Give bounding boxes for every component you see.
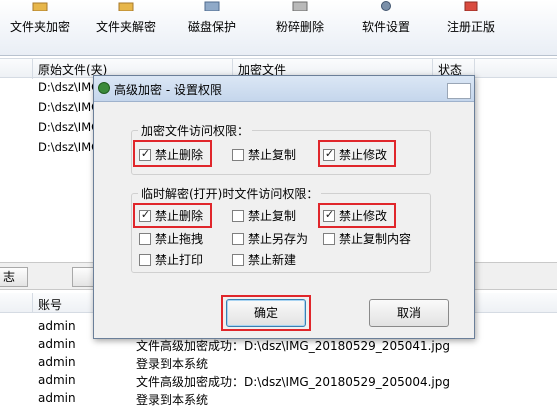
folder-decrypt-button[interactable]: 文件夹解密 — [86, 0, 166, 56]
temp-decrypt-access-legend: 临时解密(打开)时文件访问权限： — [138, 185, 322, 202]
app-icon — [98, 82, 110, 94]
main-toolbar: 文件夹加密 文件夹解密 磁盘保护 粉碎删除 软件设置 注册正版 — [0, 0, 557, 56]
table-row[interactable]: D:\dsz\IMG — [38, 80, 100, 94]
folder-encrypt-label: 文件夹加密 — [9, 20, 70, 34]
column-divider — [32, 59, 33, 79]
folder-unlock-icon — [118, 2, 134, 11]
table-row[interactable]: D:\dsz\IMG — [38, 140, 100, 154]
register-label: 注册正版 — [446, 20, 495, 34]
checkbox-label: 禁止复制 — [248, 148, 297, 162]
checkbox-box — [323, 233, 335, 245]
tab-log[interactable]: 志 — [0, 267, 28, 287]
folder-decrypt-label: 文件夹解密 — [95, 20, 156, 34]
dialog-title-bar[interactable]: 高级加密 - 设置权限 — [94, 76, 474, 102]
g2-deny-copy-content-checkbox[interactable]: 禁止复制内容 — [323, 231, 418, 247]
encrypted-access-legend: 加密文件访问权限： — [138, 122, 253, 139]
highlight-box — [133, 203, 212, 228]
checkbox-label: 禁止打印 — [155, 253, 204, 267]
checkbox-box — [139, 254, 151, 266]
column-header-account[interactable]: 账号 — [38, 296, 62, 313]
column-divider — [32, 293, 33, 313]
checkbox-box — [232, 233, 244, 245]
table-row[interactable]: D:\dsz\IMG — [38, 100, 100, 114]
log-row-user[interactable]: admin — [38, 373, 76, 387]
checkbox-label: 禁止另存为 — [248, 232, 309, 246]
register-icon — [464, 1, 478, 11]
log-row-message[interactable]: 登录到本系统 — [136, 355, 208, 372]
g1-deny-copy-checkbox[interactable]: 禁止复制 — [232, 147, 302, 163]
cancel-button-label: 取消 — [396, 306, 421, 320]
gear-icon — [381, 1, 391, 11]
checkbox-box — [232, 210, 244, 222]
shred-delete-label: 粉碎删除 — [275, 20, 324, 34]
folder-lock-icon — [32, 2, 48, 11]
log-row-user[interactable]: admin — [38, 355, 76, 369]
highlight-box — [318, 140, 396, 167]
log-row-user[interactable]: admin — [38, 319, 76, 333]
folder-encrypt-button[interactable]: 文件夹加密 — [0, 0, 80, 56]
disk-protect-button[interactable]: 磁盘保护 — [174, 0, 250, 56]
g2-deny-copy-checkbox[interactable]: 禁止复制 — [232, 208, 302, 224]
highlight-box — [318, 203, 396, 228]
checkbox-label: 禁止复制 — [248, 209, 297, 223]
shredder-icon — [292, 1, 308, 11]
g2-deny-new-checkbox[interactable]: 禁止新建 — [232, 252, 302, 268]
g2-deny-save-as-checkbox[interactable]: 禁止另存为 — [232, 231, 312, 247]
highlight-box — [133, 140, 212, 167]
log-row-message[interactable]: 文件高级加密成功：D:\dsz\IMG_20180529_205041.jpg — [136, 337, 450, 354]
table-row[interactable]: D:\dsz\IMG — [38, 120, 100, 134]
g2-deny-drag-checkbox[interactable]: 禁止拖拽 — [139, 231, 209, 247]
permission-dialog: 高级加密 - 设置权限 加密文件访问权限： ✓ 禁止删除 禁止复制 ✓ 禁止修改… — [93, 75, 475, 339]
checkbox-box — [232, 254, 244, 266]
register-button[interactable]: 注册正版 — [432, 0, 510, 56]
software-settings-button[interactable]: 软件设置 — [348, 0, 424, 56]
checkbox-label: 禁止拖拽 — [155, 232, 204, 246]
disk-protect-label: 磁盘保护 — [187, 20, 236, 34]
checkbox-label: 禁止新建 — [248, 253, 297, 267]
shred-delete-button[interactable]: 粉碎删除 — [262, 0, 338, 56]
dialog-title: 高级加密 - 设置权限 — [114, 83, 222, 97]
cancel-button[interactable]: 取消 — [369, 299, 449, 327]
tab-log-label: 志 — [3, 270, 16, 284]
log-row-message[interactable]: 文件高级加密成功：D:\dsz\IMG_20180529_205004.jpg — [136, 373, 450, 390]
checkbox-box — [139, 233, 151, 245]
software-settings-label: 软件设置 — [361, 20, 410, 34]
highlight-box — [221, 295, 311, 331]
log-row-message[interactable]: 登录到本系统 — [136, 391, 208, 406]
checkbox-box — [232, 149, 244, 161]
g2-deny-print-checkbox[interactable]: 禁止打印 — [139, 252, 209, 268]
log-row-user[interactable]: admin — [38, 391, 76, 405]
background-input-edge — [447, 83, 471, 99]
disk-shield-icon — [204, 1, 220, 11]
checkbox-label: 禁止复制内容 — [339, 232, 412, 246]
log-row-user[interactable]: admin — [38, 337, 76, 351]
